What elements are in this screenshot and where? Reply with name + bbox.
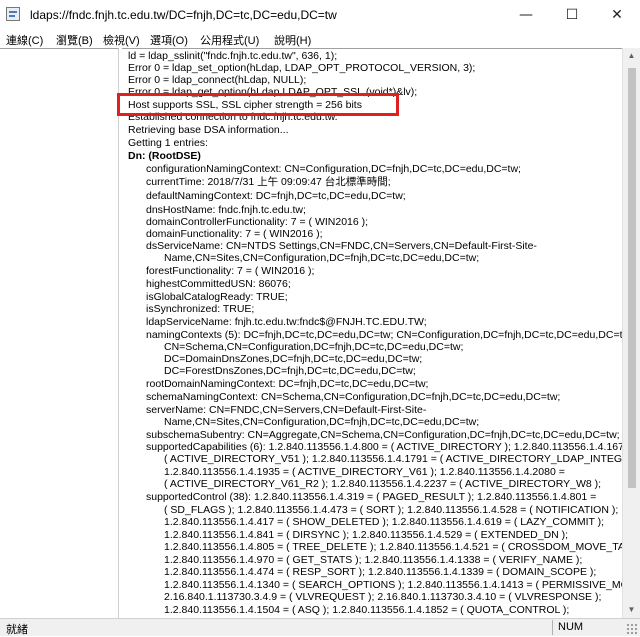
output-line: currentTime: 2018/7/31 上午 09:09:47 台北標準時… — [146, 176, 391, 188]
output-line: domainFunctionality: 7 = ( WIN2016 ); — [146, 228, 323, 240]
output-line: rootDomainNamingContext: DC=fnjh,DC=tc,D… — [146, 378, 429, 390]
window-title: ldaps://fndc.fnjh.tc.edu.tw/DC=fnjh,DC=t… — [30, 8, 337, 22]
num-lock-indicator: NUM — [558, 621, 584, 633]
output-line: CN=Schema,CN=Configuration,DC=fnjh,DC=tc… — [164, 341, 464, 353]
maximize-button[interactable]: ☐ — [549, 0, 595, 30]
output-line: 1.2.840.113556.1.4.417 = ( SHOW_DELETED … — [164, 516, 605, 528]
resize-grip-icon[interactable] — [626, 623, 637, 634]
menu-utilities[interactable]: 公用程式(U) — [200, 32, 259, 48]
output-line: 1.2.840.113556.1.4.1504 = ( ASQ ); 1.2.8… — [164, 604, 570, 616]
output-line: dsServiceName: CN=NTDS Settings,CN=FNDC,… — [146, 240, 537, 252]
output-line: Name,CN=Sites,CN=Configuration,DC=fnjh,D… — [164, 252, 480, 264]
output-line: Dn: (RootDSE) — [128, 150, 201, 162]
output-line: configurationNamingContext: CN=Configura… — [146, 163, 521, 175]
menu-browse[interactable]: 瀏覽(B) — [56, 32, 93, 48]
output-line: ld = ldap_sslinit("fndc.fnjh.tc.edu.tw",… — [128, 50, 338, 62]
output-line: schemaNamingContext: CN=Schema,CN=Config… — [146, 391, 561, 403]
output-line: serverName: CN=FNDC,CN=Servers,CN=Defaul… — [146, 404, 427, 416]
title-bar: ldaps://fndc.fnjh.tc.edu.tw/DC=fnjh,DC=t… — [0, 0, 640, 30]
output-line: ( ACTIVE_DIRECTORY_V61_R2 ); 1.2.840.113… — [164, 478, 602, 490]
output-line: Getting 1 entries: — [128, 137, 208, 149]
output-line: Error 0 = ldap_connect(hLdap, NULL); — [128, 74, 307, 86]
menu-help[interactable]: 說明(H) — [274, 32, 311, 48]
output-pane[interactable]: ld = ldap_sslinit("fndc.fnjh.tc.edu.tw",… — [122, 48, 622, 618]
vertical-scrollbar[interactable]: ▲ ▼ — [622, 48, 640, 618]
output-line: 2.16.840.1.113730.3.4.9 = ( VLVREQUEST )… — [164, 591, 602, 603]
status-text: 就緒 — [6, 624, 28, 636]
output-line: Error 0 = ldap_set_option(hLdap, LDAP_OP… — [128, 62, 476, 74]
output-line: Name,CN=Sites,CN=Configuration,DC=fnjh,D… — [164, 416, 480, 428]
menu-view[interactable]: 檢視(V) — [103, 32, 140, 48]
ssl-highlight-box — [117, 93, 399, 116]
scroll-up-arrow-icon[interactable]: ▲ — [623, 48, 640, 64]
output-line: 1.2.840.113556.1.4.1935 = ( ACTIVE_DIREC… — [164, 466, 565, 478]
menu-bar: 連線(C) 瀏覽(B) 檢視(V) 選項(O) 公用程式(U) 說明(H) — [0, 30, 640, 48]
output-line: dnsHostName: fndc.fnjh.tc.edu.tw; — [146, 204, 306, 216]
output-line: supportedControl (38): 1.2.840.113556.1.… — [146, 491, 597, 503]
output-line: forestFunctionality: 7 = ( WIN2016 ); — [146, 265, 315, 277]
output-line: Retrieving base DSA information... — [128, 124, 289, 136]
output-line: namingContexts (5): DC=fnjh,DC=tc,DC=edu… — [146, 329, 622, 341]
output-line: 1.2.840.113556.1.4.474 = ( RESP_SORT ); … — [164, 566, 597, 578]
output-line: 1.2.840.113556.1.4.841 = ( DIRSYNC ); 1.… — [164, 529, 569, 541]
menu-connection[interactable]: 連線(C) — [6, 32, 43, 48]
output-line: 1.2.840.113556.1.4.1340 = ( SEARCH_OPTIO… — [164, 579, 622, 591]
output-line: ( SD_FLAGS ); 1.2.840.113556.1.4.473 = (… — [164, 504, 619, 516]
output-line: DC=ForestDnsZones,DC=fnjh,DC=tc,DC=edu,D… — [164, 365, 416, 377]
status-separator — [552, 620, 553, 635]
output-line: highestCommittedUSN: 86076; — [146, 278, 291, 290]
output-line: ( ACTIVE_DIRECTORY_V51 ); 1.2.840.113556… — [164, 453, 622, 465]
tree-view-pane[interactable] — [0, 48, 119, 618]
output-line: 1.2.840.113556.1.4.805 = ( TREE_DELETE )… — [164, 541, 622, 553]
output-line: isGlobalCatalogReady: TRUE; — [146, 291, 288, 303]
minimize-button[interactable]: — — [503, 0, 549, 30]
output-line: subschemaSubentry: CN=Aggregate,CN=Schem… — [146, 429, 620, 441]
close-button[interactable]: ✕ — [594, 0, 640, 30]
scroll-down-arrow-icon[interactable]: ▼ — [623, 602, 640, 618]
output-line: 1.2.840.113556.1.4.970 = ( GET_STATS ); … — [164, 554, 583, 566]
output-line: DC=DomainDnsZones,DC=fnjh,DC=tc,DC=edu,D… — [164, 353, 423, 365]
menu-options[interactable]: 選項(O) — [150, 32, 188, 48]
scrollbar-thumb[interactable] — [628, 68, 636, 488]
status-bar: 就緒 NUM — [0, 618, 640, 636]
ldp-app-icon — [6, 7, 20, 21]
output-line: ldapServiceName: fnjh.tc.edu.tw:fndc$@FN… — [146, 316, 427, 328]
output-line: defaultNamingContext: DC=fnjh,DC=tc,DC=e… — [146, 190, 406, 202]
output-line: domainControllerFunctionality: 7 = ( WIN… — [146, 216, 369, 228]
split-pane: ld = ldap_sslinit("fndc.fnjh.tc.edu.tw",… — [0, 48, 640, 618]
output-line: isSynchronized: TRUE; — [146, 303, 255, 315]
output-line: supportedCapabilities (6): 1.2.840.11355… — [146, 441, 622, 453]
